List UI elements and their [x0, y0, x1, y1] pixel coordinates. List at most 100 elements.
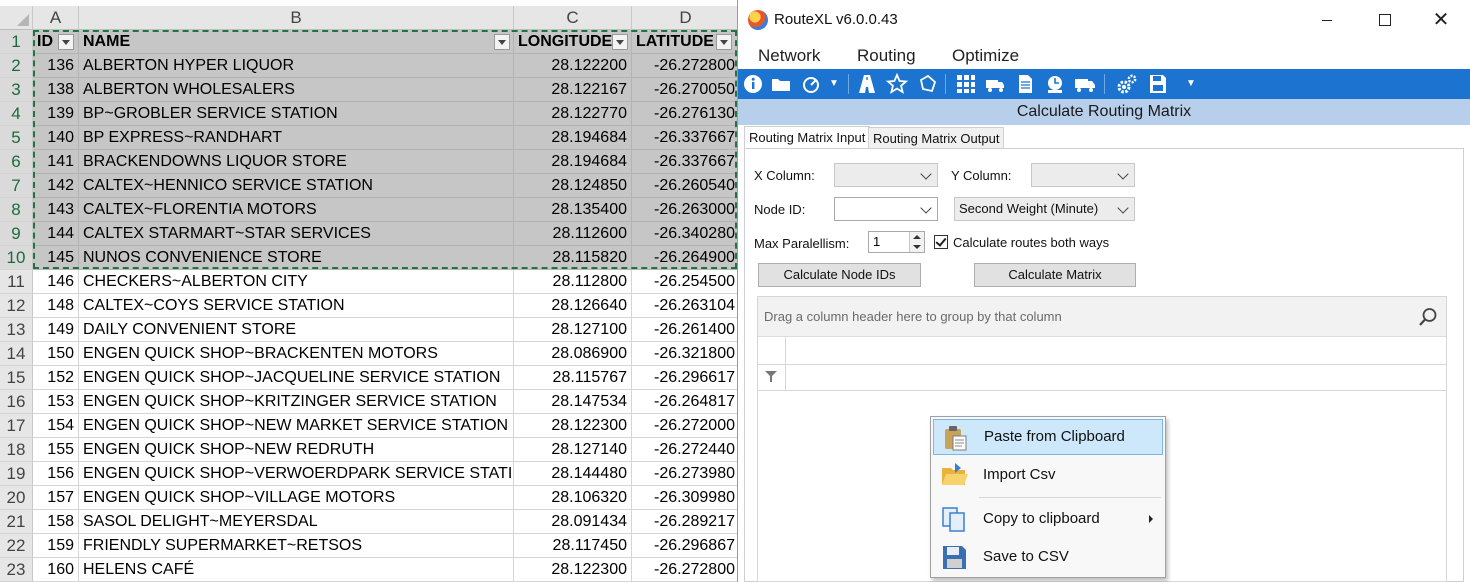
settings-gears-icon[interactable]: [1115, 72, 1139, 96]
menu-item-save-to-csv[interactable]: Save to CSV: [933, 539, 1163, 575]
cell-latitude[interactable]: -26.289217: [632, 510, 740, 534]
node-id-dropdown[interactable]: [834, 197, 938, 221]
cell-id[interactable]: 144: [33, 222, 79, 246]
row-number[interactable]: 13: [0, 318, 33, 342]
column-header-a[interactable]: A: [33, 6, 79, 30]
cell-latitude[interactable]: -26.309980: [632, 486, 740, 510]
cell-latitude[interactable]: -26.260540: [632, 174, 740, 198]
cell-id[interactable]: 155: [33, 438, 79, 462]
close-button[interactable]: ✕: [1412, 0, 1470, 40]
column-header-c[interactable]: C: [514, 6, 632, 30]
cell-longitude[interactable]: 28.126640: [514, 294, 632, 318]
row-number[interactable]: 11: [0, 270, 33, 294]
cell-latitude[interactable]: -26.263000: [632, 198, 740, 222]
cell-name[interactable]: ENGEN QUICK SHOP~KRITZINGER SERVICE STAT…: [79, 390, 514, 414]
cell-name[interactable]: BRACKENDOWNS LIQUOR STORE: [79, 150, 514, 174]
cell-name[interactable]: ENGEN QUICK SHOP~NEW MARKET SERVICE STAT…: [79, 414, 514, 438]
cell-id[interactable]: 153: [33, 390, 79, 414]
max-parallelism-stepper[interactable]: 1: [868, 231, 925, 253]
row-number[interactable]: 12: [0, 294, 33, 318]
stepper-arrows-icon[interactable]: [909, 232, 924, 252]
cell-name[interactable]: NUNOS CONVENIENCE STORE: [79, 246, 514, 270]
cell-id[interactable]: 138: [33, 78, 79, 102]
filter-dropdown-icon[interactable]: [494, 34, 510, 50]
menu-item-paste-from-clipboard[interactable]: Paste from Clipboard: [933, 419, 1163, 455]
row-number[interactable]: 8: [0, 198, 33, 222]
grid-filter-row[interactable]: [758, 364, 1446, 391]
cell-longitude[interactable]: 28.122167: [514, 78, 632, 102]
cell-latitude[interactable]: -26.272000: [632, 414, 740, 438]
row-number[interactable]: 23: [0, 558, 33, 582]
y-column-dropdown[interactable]: [1031, 163, 1135, 187]
cell-latitude[interactable]: -26.337667: [632, 126, 740, 150]
speed-dropdown-chevron-icon[interactable]: ▼: [822, 72, 846, 96]
weight-dropdown[interactable]: Second Weight (Minute): [954, 197, 1135, 221]
row-number[interactable]: 22: [0, 534, 33, 558]
cell-name[interactable]: ENGEN QUICK SHOP~VERWOERDPARK SERVICE ST…: [79, 462, 514, 486]
x-column-dropdown[interactable]: [834, 163, 938, 187]
filter-dropdown-icon[interactable]: [58, 34, 74, 50]
cell-longitude[interactable]: 28.086900: [514, 342, 632, 366]
menu-optimize[interactable]: Optimize: [952, 46, 1019, 66]
menu-routing[interactable]: Routing: [857, 46, 916, 66]
cell-id[interactable]: 148: [33, 294, 79, 318]
row-number[interactable]: 20: [0, 486, 33, 510]
cell-longitude[interactable]: 28.091434: [514, 510, 632, 534]
row-number[interactable]: 4: [0, 102, 33, 126]
row-number[interactable]: 5: [0, 126, 33, 150]
row-number[interactable]: 14: [0, 342, 33, 366]
cell-longitude[interactable]: 28.127140: [514, 438, 632, 462]
cell-longitude[interactable]: 28.147534: [514, 390, 632, 414]
cell-latitude[interactable]: -26.264817: [632, 390, 740, 414]
cell-id[interactable]: 140: [33, 126, 79, 150]
cell-name[interactable]: ENGEN QUICK SHOP~JACQUELINE SERVICE STAT…: [79, 366, 514, 390]
filter-dropdown-icon[interactable]: [612, 34, 628, 50]
star-icon[interactable]: [885, 72, 909, 96]
tab-routing-matrix-input[interactable]: Routing Matrix Input: [744, 126, 871, 149]
calculate-node-ids-button[interactable]: Calculate Node IDs: [758, 263, 921, 287]
cell-latitude[interactable]: -26.273980: [632, 462, 740, 486]
cell-longitude[interactable]: 28.135400: [514, 198, 632, 222]
cell-id[interactable]: 156: [33, 462, 79, 486]
row-number[interactable]: 17: [0, 414, 33, 438]
save-icon[interactable]: [1146, 72, 1170, 96]
row-number[interactable]: 19: [0, 462, 33, 486]
cell-latitude[interactable]: -26.321800: [632, 342, 740, 366]
cell-name[interactable]: BP~GROBLER SERVICE STATION: [79, 102, 514, 126]
matrix-grid-icon[interactable]: [954, 72, 978, 96]
cell-id[interactable]: 159: [33, 534, 79, 558]
cell-longitude[interactable]: 28.122200: [514, 54, 632, 78]
cell-latitude[interactable]: -26.296867: [632, 534, 740, 558]
cell-id[interactable]: 136: [33, 54, 79, 78]
cell-name[interactable]: ENGEN QUICK SHOP~VILLAGE MOTORS: [79, 486, 514, 510]
row-number[interactable]: 16: [0, 390, 33, 414]
cell-latitude[interactable]: -26.263104: [632, 294, 740, 318]
cell-latitude[interactable]: -26.261400: [632, 318, 740, 342]
row-number[interactable]: 18: [0, 438, 33, 462]
cell-id[interactable]: 143: [33, 198, 79, 222]
cell-longitude[interactable]: 28.115767: [514, 366, 632, 390]
search-icon[interactable]: [1418, 307, 1438, 327]
column-header-d[interactable]: D: [632, 6, 740, 30]
calculate-matrix-button[interactable]: Calculate Matrix: [974, 263, 1136, 287]
cell-latitude[interactable]: -26.276130: [632, 102, 740, 126]
maximize-button[interactable]: [1355, 0, 1413, 40]
info-icon[interactable]: [741, 72, 765, 96]
menu-network[interactable]: Network: [755, 46, 823, 72]
cell-name[interactable]: CALTEX~FLORENTIA MOTORS: [79, 198, 514, 222]
minimize-button[interactable]: [1298, 0, 1356, 40]
cell-latitude[interactable]: -26.264900: [632, 246, 740, 270]
cell-name[interactable]: BP EXPRESS~RANDHART: [79, 126, 514, 150]
select-all-corner[interactable]: [0, 6, 33, 30]
cell-name[interactable]: SASOL DELIGHT~MEYERSDAL: [79, 510, 514, 534]
row-number[interactable]: 7: [0, 174, 33, 198]
header-cell-name[interactable]: NAME: [79, 30, 514, 54]
cell-longitude[interactable]: 28.122300: [514, 414, 632, 438]
row-number[interactable]: 3: [0, 78, 33, 102]
row-number[interactable]: 6: [0, 150, 33, 174]
row-number[interactable]: 21: [0, 510, 33, 534]
cell-longitude[interactable]: 28.144480: [514, 462, 632, 486]
cell-id[interactable]: 145: [33, 246, 79, 270]
cell-latitude[interactable]: -26.272440: [632, 438, 740, 462]
truck-icon[interactable]: [1073, 72, 1097, 96]
